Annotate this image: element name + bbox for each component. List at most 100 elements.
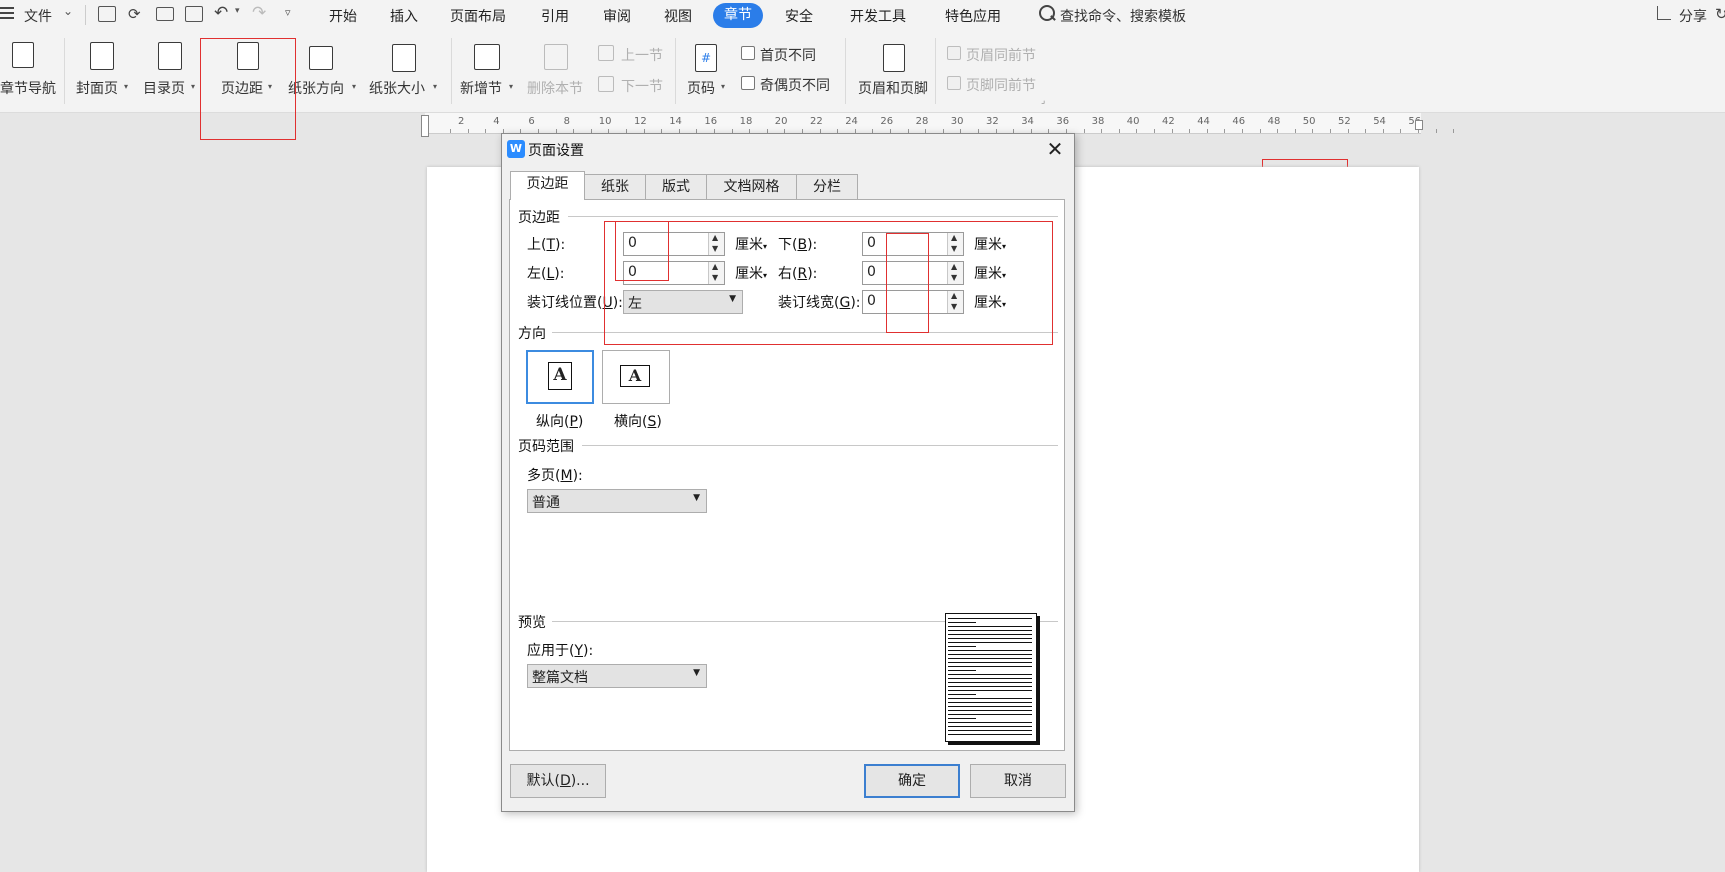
hamburger-menu-icon[interactable] — [0, 7, 16, 19]
odd-even-different-checkbox[interactable] — [741, 76, 755, 90]
chevron-down-icon[interactable]: ▼ — [693, 493, 700, 503]
preview-text-line — [948, 638, 1032, 639]
odd-even-different-label[interactable]: 奇偶页不同 — [760, 75, 830, 95]
ruler-label: 36 — [1056, 116, 1070, 127]
tab-home[interactable]: 开始 — [329, 6, 357, 26]
export-pdf-icon[interactable]: ⟳ — [128, 5, 141, 23]
cover-page-button[interactable]: 封面页 — [76, 78, 118, 98]
orientation-icon[interactable] — [309, 46, 333, 70]
tab-insert[interactable]: 插入 — [390, 6, 418, 26]
default-button[interactable]: 默认(D)... — [510, 764, 606, 798]
tab-layout[interactable]: 版式 — [645, 174, 707, 199]
orientation-button[interactable]: 纸张方向 — [288, 78, 344, 98]
save-icon[interactable] — [98, 6, 116, 22]
delete-section-button[interactable]: 删除本节 — [527, 78, 583, 98]
chapter-nav-button[interactable]: 章节导航 — [0, 78, 56, 98]
print-preview-icon[interactable] — [185, 6, 203, 22]
tab-special-apps[interactable]: 特色应用 — [945, 6, 1001, 26]
horizontal-ruler[interactable]: 2 4 6 8 10 12 14 16 18 20 22 24 26 28 30 32 34 36 38 40 42 44… — [425, 113, 1455, 134]
delete-section-icon[interactable] — [544, 44, 568, 70]
tab-section[interactable]: 章节 — [713, 3, 763, 28]
chapter-nav-icon[interactable] — [12, 42, 34, 68]
dialog-launcher-icon[interactable]: ⌟ — [1041, 96, 1045, 106]
share-icon[interactable] — [1657, 6, 1671, 20]
ruler-label: 50 — [1302, 116, 1316, 127]
undo-dropdown-icon[interactable]: ▾ — [235, 6, 240, 16]
toc-page-icon[interactable] — [158, 42, 182, 70]
preview-text-line — [948, 686, 1032, 687]
footer-same-prev-checkbox[interactable] — [947, 76, 961, 90]
sync-icon[interactable]: ↻ — [1715, 5, 1725, 23]
file-menu[interactable]: 文件 — [24, 6, 52, 26]
ruler-label: 32 — [986, 116, 999, 127]
indent-marker-icon[interactable] — [421, 115, 429, 137]
landscape-label: 横向(S) — [614, 414, 662, 430]
share-button[interactable]: 分享 — [1679, 6, 1707, 26]
landscape-option[interactable]: A — [602, 350, 670, 404]
first-page-different-label[interactable]: 首页不同 — [760, 45, 816, 65]
prev-section-icon[interactable] — [598, 45, 614, 61]
tab-paper[interactable]: 纸张 — [584, 174, 646, 199]
multi-page-select[interactable]: 普通 ▼ — [527, 489, 707, 513]
tab-margins[interactable]: 页边距 — [510, 171, 585, 200]
preview-text-line — [948, 634, 1032, 635]
ruler-tick — [1118, 129, 1120, 133]
prev-section-button[interactable]: 上一节 — [621, 45, 663, 65]
chevron-down-icon[interactable]: ▾ — [721, 82, 725, 91]
chevron-down-icon[interactable]: ▾ — [433, 82, 437, 91]
chevron-down-icon[interactable]: ▾ — [509, 82, 513, 91]
tab-developer[interactable]: 开发工具 — [850, 6, 906, 26]
apply-to-select[interactable]: 整篇文档 ▼ — [527, 664, 707, 688]
tab-doc-grid[interactable]: 文档网格 — [706, 174, 797, 199]
page-number-button[interactable]: 页码 — [687, 78, 715, 98]
chevron-down-icon[interactable]: ▼ — [693, 668, 700, 678]
tab-review[interactable]: 审阅 — [603, 6, 631, 26]
print-icon[interactable] — [156, 7, 174, 21]
landscape-page-icon: A — [620, 365, 650, 387]
toc-page-button[interactable]: 目录页 — [143, 78, 185, 98]
preview-text-line — [948, 726, 1032, 727]
close-icon[interactable]: ✕ — [1042, 136, 1068, 162]
ruler-label: 42 — [1162, 116, 1175, 127]
chevron-down-icon[interactable]: ▾ — [124, 82, 128, 91]
search-command-input[interactable]: 查找命令、搜索模板 — [1060, 6, 1186, 26]
ruler-tick — [450, 129, 451, 133]
header-footer-icon[interactable] — [883, 44, 905, 72]
new-section-icon[interactable] — [474, 44, 500, 70]
page-number-icon[interactable]: # — [695, 44, 717, 72]
redo-icon[interactable]: ↷ — [252, 3, 266, 23]
ruler-label: 14 — [669, 116, 682, 127]
tab-references[interactable]: 引用 — [541, 6, 569, 26]
cancel-button[interactable]: 取消 — [970, 764, 1066, 798]
ok-button[interactable]: 确定 — [864, 764, 960, 798]
customize-toolbar-icon[interactable]: ▿ — [285, 6, 291, 19]
next-section-button[interactable]: 下一节 — [621, 76, 663, 96]
new-section-button[interactable]: 新增节 — [460, 78, 502, 98]
chevron-down-icon[interactable]: ▾ — [191, 82, 195, 91]
portrait-option[interactable]: A — [526, 350, 594, 404]
next-section-icon[interactable] — [598, 76, 614, 92]
tab-page-layout[interactable]: 页面布局 — [450, 6, 506, 26]
header-footer-button[interactable]: 页眉和页脚 — [858, 78, 928, 98]
ruler-tick — [1277, 129, 1279, 133]
paper-size-icon[interactable] — [392, 44, 416, 72]
preview-text-line — [948, 730, 1032, 731]
right-indent-marker-icon[interactable] — [1415, 120, 1423, 130]
first-page-different-checkbox[interactable] — [741, 46, 755, 60]
preview-text-line — [948, 650, 1032, 651]
tab-security[interactable]: 安全 — [785, 6, 813, 26]
paper-size-button[interactable]: 纸张大小 — [369, 78, 425, 98]
header-same-prev-checkbox[interactable] — [947, 46, 961, 60]
tab-columns[interactable]: 分栏 — [796, 174, 858, 199]
tab-view[interactable]: 视图 — [664, 6, 692, 26]
ruler-tick — [1347, 129, 1349, 133]
chevron-down-icon[interactable]: ⌄ — [63, 4, 73, 18]
footer-same-prev-label[interactable]: 页脚同前节 — [966, 75, 1036, 95]
ruler-label: 38 — [1091, 116, 1105, 127]
undo-icon[interactable]: ↶ — [214, 3, 228, 23]
chevron-down-icon[interactable]: ▾ — [352, 82, 356, 91]
annotation-box — [886, 233, 929, 333]
header-same-prev-label[interactable]: 页眉同前节 — [966, 45, 1036, 65]
cover-page-icon[interactable] — [90, 42, 114, 70]
ruler-tick — [1083, 129, 1085, 133]
